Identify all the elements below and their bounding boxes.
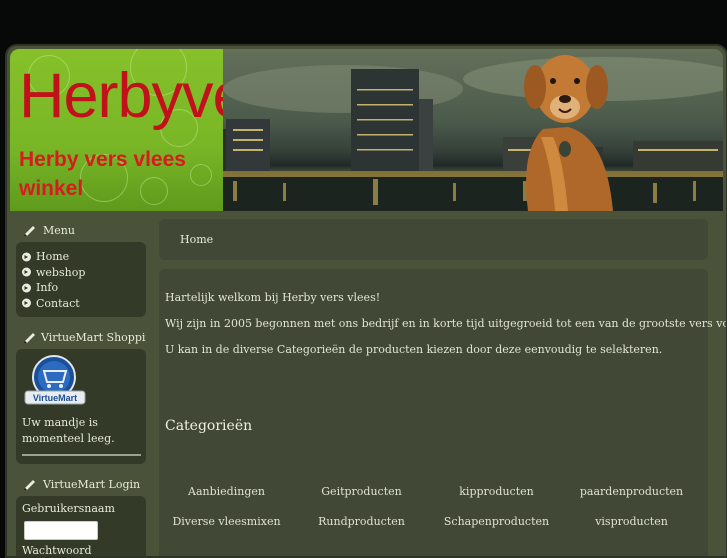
categories-grid: Aanbiedingen Geitproducten kipproducten …: [159, 485, 708, 545]
banner-photo: [223, 49, 723, 211]
cart-module-title: VirtueMart Shopping Cart: [41, 330, 146, 344]
sidebar: Menu Home webshop Info Contact VirtueMar…: [16, 218, 146, 557]
menu-bullet-icon: [22, 283, 31, 293]
category-link[interactable]: Rundproducten: [294, 515, 429, 545]
menu-bullet-icon: [22, 267, 31, 277]
username-field[interactable]: [24, 521, 98, 540]
category-link[interactable]: Geitproducten: [294, 485, 429, 515]
login-module-title: VirtueMart Login: [43, 477, 141, 491]
username-label: Gebruikersnaam: [22, 502, 115, 515]
breadcrumb: Home: [159, 219, 708, 260]
password-label: Wachtwoord: [22, 544, 92, 557]
virtuemart-cart-icon[interactable]: VirtueMart: [22, 355, 88, 407]
shopping-cart-module: VirtueMart Uw mandje is momenteel leeg.: [16, 349, 146, 464]
cart-divider: [22, 454, 141, 456]
menu-item-label: Home: [36, 250, 70, 264]
pencil-icon: [23, 331, 37, 343]
menu-item-home[interactable]: Home: [21, 249, 141, 265]
site-slogan: Herby vers vlees winkel: [19, 148, 186, 200]
menu-bullet-icon: [22, 252, 31, 262]
main-content: Hartelijk welkom bij Herby vers vlees! W…: [159, 269, 726, 556]
login-module: Gebruikersnaam Wachtwoord: [16, 496, 146, 557]
menu-item-contact[interactable]: Contact: [21, 296, 141, 312]
instruction-paragraph: U kan in de diverse Categorieën de produ…: [165, 343, 663, 356]
intro-paragraph: Wij zijn in 2005 begonnen met ons bedrij…: [165, 317, 726, 330]
pencil-icon: [23, 224, 39, 236]
menu-module-title: Menu: [43, 223, 75, 237]
city-dog-illustration: [223, 55, 723, 211]
pencil-icon: [23, 478, 39, 490]
page-frame: Herbyvers Herby vers vlees winkel Menu H…: [5, 44, 727, 558]
main-menu: Home webshop Info Contact: [16, 242, 146, 317]
menu-item-webshop[interactable]: webshop: [21, 265, 141, 281]
virtuemart-logo-text: VirtueMart: [33, 393, 77, 403]
menu-module-header: Menu: [16, 218, 146, 242]
dog-figure: [524, 55, 613, 211]
cart-status-message: Uw mandje is momenteel leeg.: [22, 416, 115, 445]
banner-green-panel: Herbyvers Herby vers vlees winkel: [10, 49, 298, 211]
categories-heading: Categorieën: [165, 418, 253, 434]
category-link[interactable]: Aanbiedingen: [159, 485, 294, 515]
breadcrumb-home[interactable]: Home: [180, 233, 213, 246]
menu-item-info[interactable]: Info: [21, 280, 141, 296]
category-link[interactable]: Schapenproducten: [429, 515, 564, 545]
menu-bullet-icon: [22, 298, 31, 308]
login-module-header: VirtueMart Login: [16, 472, 146, 496]
category-link[interactable]: kipproducten: [429, 485, 564, 515]
category-link[interactable]: paardenproducten: [564, 485, 699, 515]
header-banner: Herbyvers Herby vers vlees winkel: [10, 49, 723, 211]
cart-module-header: VirtueMart Shopping Cart: [16, 325, 146, 349]
menu-item-label: webshop: [36, 265, 86, 279]
menu-item-label: Contact: [36, 296, 80, 310]
welcome-paragraph: Hartelijk welkom bij Herby vers vlees!: [165, 291, 381, 304]
category-link[interactable]: Diverse vleesmixen: [159, 515, 294, 545]
category-link[interactable]: visproducten: [564, 515, 699, 545]
menu-item-label: Info: [36, 281, 59, 295]
